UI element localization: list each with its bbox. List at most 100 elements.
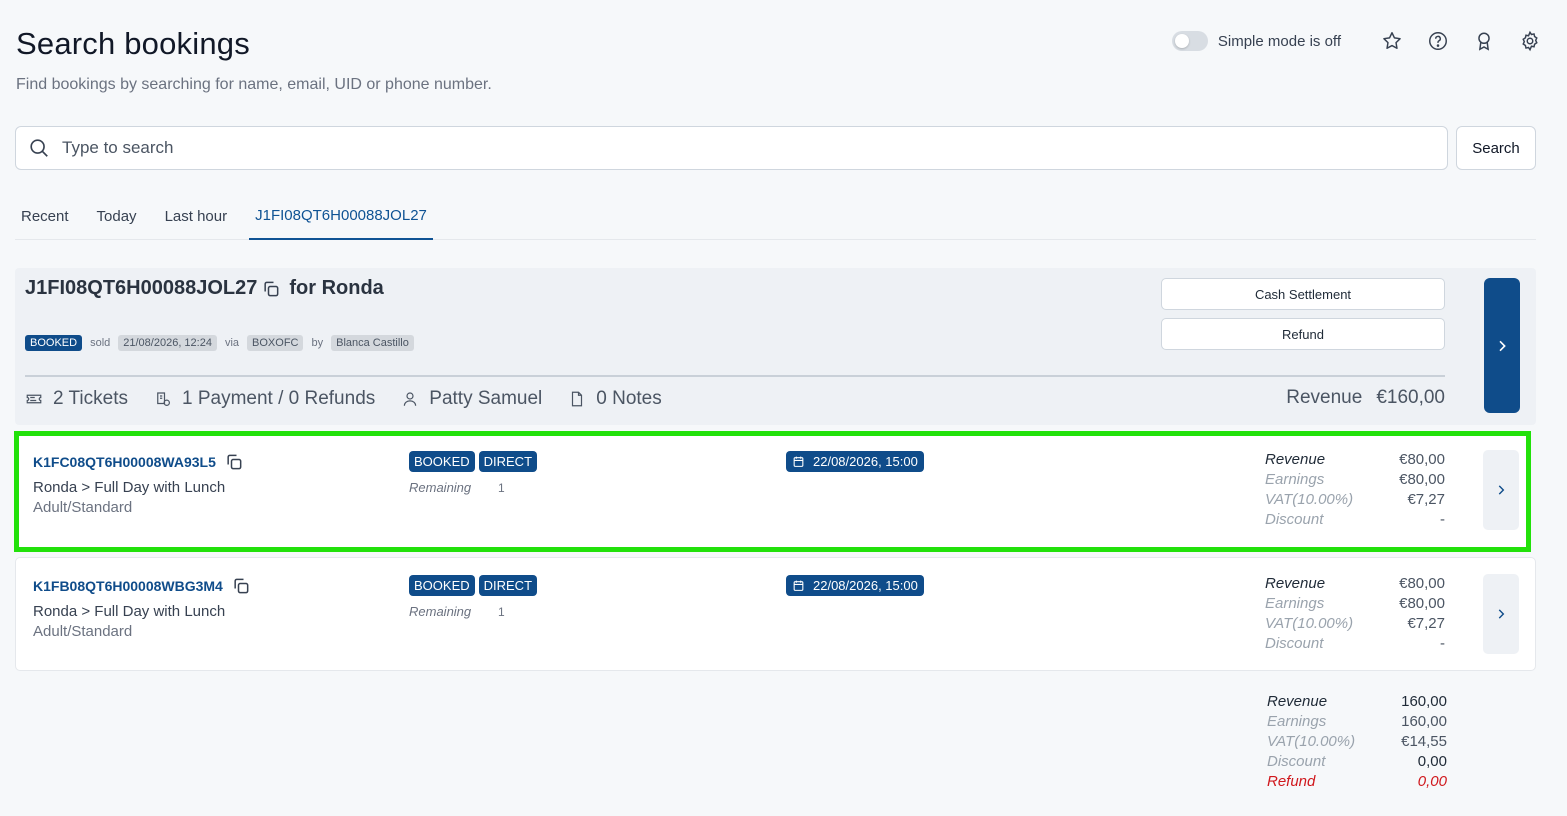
sold-date-badge: 21/08/2026, 12:24 [118, 335, 217, 351]
star-icon[interactable] [1381, 30, 1403, 52]
vat-label: VAT(10.00%) [1265, 491, 1354, 508]
chevron-right-icon [1498, 609, 1505, 619]
channel-badge: DIRECT [478, 575, 538, 596]
notes-stat[interactable]: 0 Notes [568, 388, 662, 410]
ticket-financials: Revenue €80,00 Earnings €80,00 VAT(10.00%)… [1265, 450, 1445, 530]
booking-meta: BOOKED sold 21/08/2026, 12:24 via BOXOFC… [25, 335, 414, 351]
total-revenue-value: 160,00 [1401, 693, 1447, 710]
ticket-badges: BOOKED DIRECT [409, 451, 538, 472]
simple-mode-toggle[interactable] [1171, 31, 1208, 51]
open-booking-button[interactable] [1484, 278, 1520, 413]
earnings-label: Earnings [1265, 595, 1325, 612]
copy-icon[interactable] [231, 576, 251, 596]
total-discount-value: 0,00 [1417, 753, 1447, 770]
booking-totals: Revenue 160,00 Earnings 160,00 VAT(10.00%)… [1267, 692, 1447, 792]
total-vat-value: €14,55 [1401, 733, 1447, 750]
total-vat-label: VAT(10.00%) [1267, 733, 1356, 750]
ticket-icon [26, 394, 42, 404]
customer-stat[interactable]: Patty Samuel [401, 388, 542, 410]
revenue-label: Revenue [1265, 575, 1326, 592]
ticket-uid[interactable]: K1FC08QT6H00008WA93L5 [33, 454, 216, 470]
help-icon[interactable] [1427, 30, 1449, 52]
chevron-right-icon [1499, 340, 1506, 351]
ticket-uid[interactable]: K1FB08QT6H00008WBG3M4 [33, 578, 223, 594]
revenue-value: €80,00 [1399, 575, 1445, 592]
search-icon [28, 137, 50, 159]
top-toolbar: Simple mode is off [1171, 28, 1541, 54]
payments-stat[interactable]: 1 Payment / 0 Refunds [154, 388, 375, 410]
booking-revenue: Revenue €160,00 [1286, 387, 1445, 409]
ticket-uid-row: K1FC08QT6H00008WA93L5 [33, 452, 244, 472]
payments-count: 1 Payment / 0 Refunds [181, 388, 376, 409]
ticket-date-badge: 22/08/2026, 15:00 [786, 451, 924, 472]
remaining-value: 1 [498, 481, 505, 495]
ticket-financials: Revenue €80,00 Earnings €80,00 VAT(10.00%)… [1265, 574, 1445, 654]
open-ticket-button[interactable] [1483, 574, 1519, 654]
status-badge: BOOKED [25, 335, 83, 351]
page-title: Search bookings [16, 26, 250, 61]
open-ticket-button[interactable] [1483, 450, 1519, 530]
vat-value: €7,27 [1407, 615, 1445, 632]
search-button[interactable]: Search [1456, 126, 1536, 170]
earnings-label: Earnings [1265, 471, 1325, 488]
ticket-date: 22/08/2026, 15:00 [813, 578, 918, 593]
channel-badge: DIRECT [478, 451, 538, 472]
revenue-label: Revenue [1286, 387, 1363, 408]
notes-count: 0 Notes [596, 388, 662, 409]
discount-label: Discount [1265, 635, 1324, 652]
note-icon [572, 391, 583, 407]
booking-uid-heading: J1FI08QT6H00088JOL27 for Ronda [25, 277, 384, 300]
calendar-icon [793, 580, 804, 591]
booking-stats: 2 Tickets 1 Payment / 0 Refunds Patty Sa… [25, 387, 688, 411]
sold-label: sold [90, 337, 111, 349]
channel-badge: BOXOFC [247, 335, 304, 351]
ticket-date: 22/08/2026, 15:00 [813, 454, 918, 469]
seller-badge: Blanca Castillo [331, 335, 414, 351]
booking-for-label: for Ronda [289, 277, 384, 299]
discount-value: - [1440, 635, 1445, 652]
refund-button[interactable]: Refund [1161, 318, 1445, 350]
award-icon[interactable] [1473, 30, 1495, 52]
revenue-value: €160,00 [1376, 387, 1445, 408]
vat-value: €7,27 [1407, 491, 1445, 508]
remaining-value: 1 [498, 605, 505, 619]
remaining-label: Remaining [409, 604, 472, 619]
remaining-label: Remaining [409, 480, 472, 495]
search-box [15, 126, 1448, 170]
settings-icon[interactable] [1519, 30, 1541, 52]
tab-recent[interactable]: Recent [15, 192, 75, 240]
earnings-value: €80,00 [1399, 595, 1445, 612]
earnings-value: €80,00 [1399, 471, 1445, 488]
cash-settlement-button[interactable]: Cash Settlement [1161, 278, 1445, 310]
page-subtitle: Find bookings by searching for name, ema… [16, 76, 492, 93]
ticket-product: Ronda > Full Day with Lunch [33, 603, 226, 620]
chevron-right-icon [1498, 485, 1505, 495]
copy-icon[interactable] [224, 452, 244, 472]
total-discount-label: Discount [1267, 753, 1326, 770]
ticket-date-badge: 22/08/2026, 15:00 [786, 575, 924, 596]
calendar-icon [793, 456, 804, 467]
total-earnings-value: 160,00 [1401, 713, 1447, 730]
payment-icon [157, 392, 170, 406]
tab-bar: Recent Today Last hour J1FI08QT6H00088JO… [15, 192, 1536, 240]
tab-booking-uid[interactable]: J1FI08QT6H00088JOL27 [249, 192, 433, 240]
ticket-type: Adult/Standard [33, 499, 133, 516]
tab-last-hour[interactable]: Last hour [159, 192, 234, 240]
summary-divider [25, 375, 1445, 377]
revenue-label: Revenue [1265, 451, 1326, 468]
booking-uid: J1FI08QT6H00088JOL27 [25, 277, 258, 299]
tab-today[interactable]: Today [91, 192, 143, 240]
status-badge: BOOKED [409, 575, 475, 596]
tickets-stat[interactable]: 2 Tickets [25, 388, 128, 410]
total-refund-label: Refund [1267, 773, 1316, 790]
copy-icon[interactable] [261, 279, 281, 299]
status-badge: BOOKED [409, 451, 475, 472]
simple-mode-label: Simple mode is off [1217, 32, 1341, 50]
search-input[interactable] [62, 138, 1362, 158]
tickets-count: 2 Tickets [53, 388, 128, 409]
vat-label: VAT(10.00%) [1265, 615, 1354, 632]
ticket-uid-row: K1FB08QT6H00008WBG3M4 [33, 576, 251, 596]
by-label: by [311, 337, 324, 349]
ticket-type: Adult/Standard [33, 623, 133, 640]
user-icon [404, 392, 417, 406]
